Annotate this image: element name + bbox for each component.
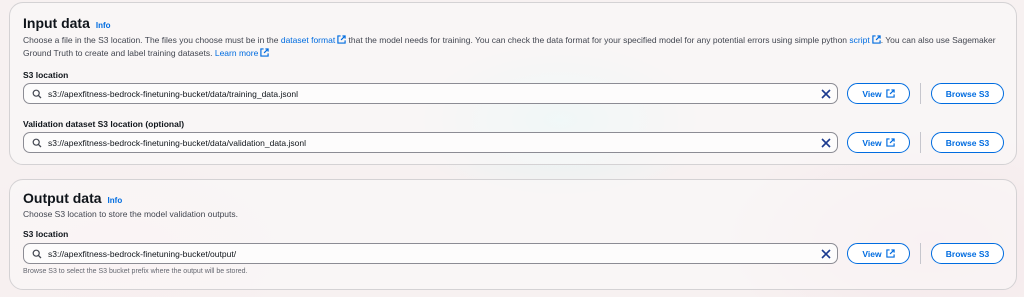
external-link-icon — [885, 249, 895, 258]
external-link-icon — [337, 35, 346, 44]
output-hint-text: Browse S3 to select the S3 bucket prefix… — [23, 268, 248, 275]
search-icon — [32, 249, 42, 258]
output-data-title: Output data — [23, 190, 102, 206]
close-icon[interactable] — [815, 133, 837, 152]
external-link-icon — [885, 138, 895, 147]
output-data-info-link[interactable]: Info — [108, 196, 123, 205]
view-button-label: View — [862, 248, 882, 259]
output-s3-input[interactable]: s3://apexfitness-bedrock-finetuning-buck… — [23, 243, 838, 264]
dataset-format-link[interactable]: dataset format — [281, 35, 346, 45]
external-link-icon — [885, 89, 895, 98]
view-button[interactable]: View — [847, 243, 910, 264]
close-icon[interactable] — [815, 244, 837, 263]
input-data-title: Input data — [23, 15, 90, 31]
input-data-info-link[interactable]: Info — [96, 21, 111, 30]
script-link[interactable]: script — [849, 35, 881, 45]
external-link-icon — [260, 48, 269, 57]
divider — [920, 243, 921, 264]
search-icon — [32, 138, 42, 147]
s3-location-label: S3 location — [23, 70, 69, 80]
browse-s3-button[interactable]: Browse S3 — [931, 83, 1004, 104]
view-button-label: View — [862, 88, 882, 99]
browse-s3-button[interactable]: Browse S3 — [931, 243, 1004, 264]
output-s3-value: s3://apexfitness-bedrock-finetuning-buck… — [48, 248, 237, 259]
view-button[interactable]: View — [847, 83, 910, 104]
training-s3-value: s3://apexfitness-bedrock-finetuning-buck… — [48, 88, 298, 99]
divider — [920, 132, 921, 153]
search-icon — [32, 89, 42, 98]
view-button[interactable]: View — [847, 132, 910, 153]
desc-text-2: that the model needs for training. You c… — [346, 35, 850, 45]
output-data-header: Output data Info — [23, 190, 122, 206]
desc-text-1: Choose a file in the S3 location. The fi… — [23, 35, 281, 45]
input-data-panel: Input data Info Choose a file in the S3 … — [9, 2, 1017, 165]
divider — [920, 83, 921, 104]
view-button-label: View — [862, 137, 882, 148]
validation-location-label: Validation dataset S3 location (optional… — [23, 119, 185, 129]
s3-location-label: S3 location — [23, 229, 69, 239]
learn-more-link[interactable]: Learn more — [215, 48, 269, 58]
close-icon[interactable] — [815, 84, 837, 103]
external-link-icon — [872, 35, 881, 44]
browse-s3-button[interactable]: Browse S3 — [931, 132, 1004, 153]
output-data-description: Choose S3 location to store the model va… — [23, 209, 238, 219]
training-s3-input[interactable]: s3://apexfitness-bedrock-finetuning-buck… — [23, 83, 838, 104]
input-data-description: Choose a file in the S3 location. The fi… — [23, 34, 998, 60]
validation-s3-value: s3://apexfitness-bedrock-finetuning-buck… — [48, 137, 306, 148]
validation-s3-input[interactable]: s3://apexfitness-bedrock-finetuning-buck… — [23, 132, 838, 153]
output-data-panel: Output data Info Choose S3 location to s… — [9, 179, 1017, 290]
input-data-header: Input data Info — [23, 15, 111, 31]
